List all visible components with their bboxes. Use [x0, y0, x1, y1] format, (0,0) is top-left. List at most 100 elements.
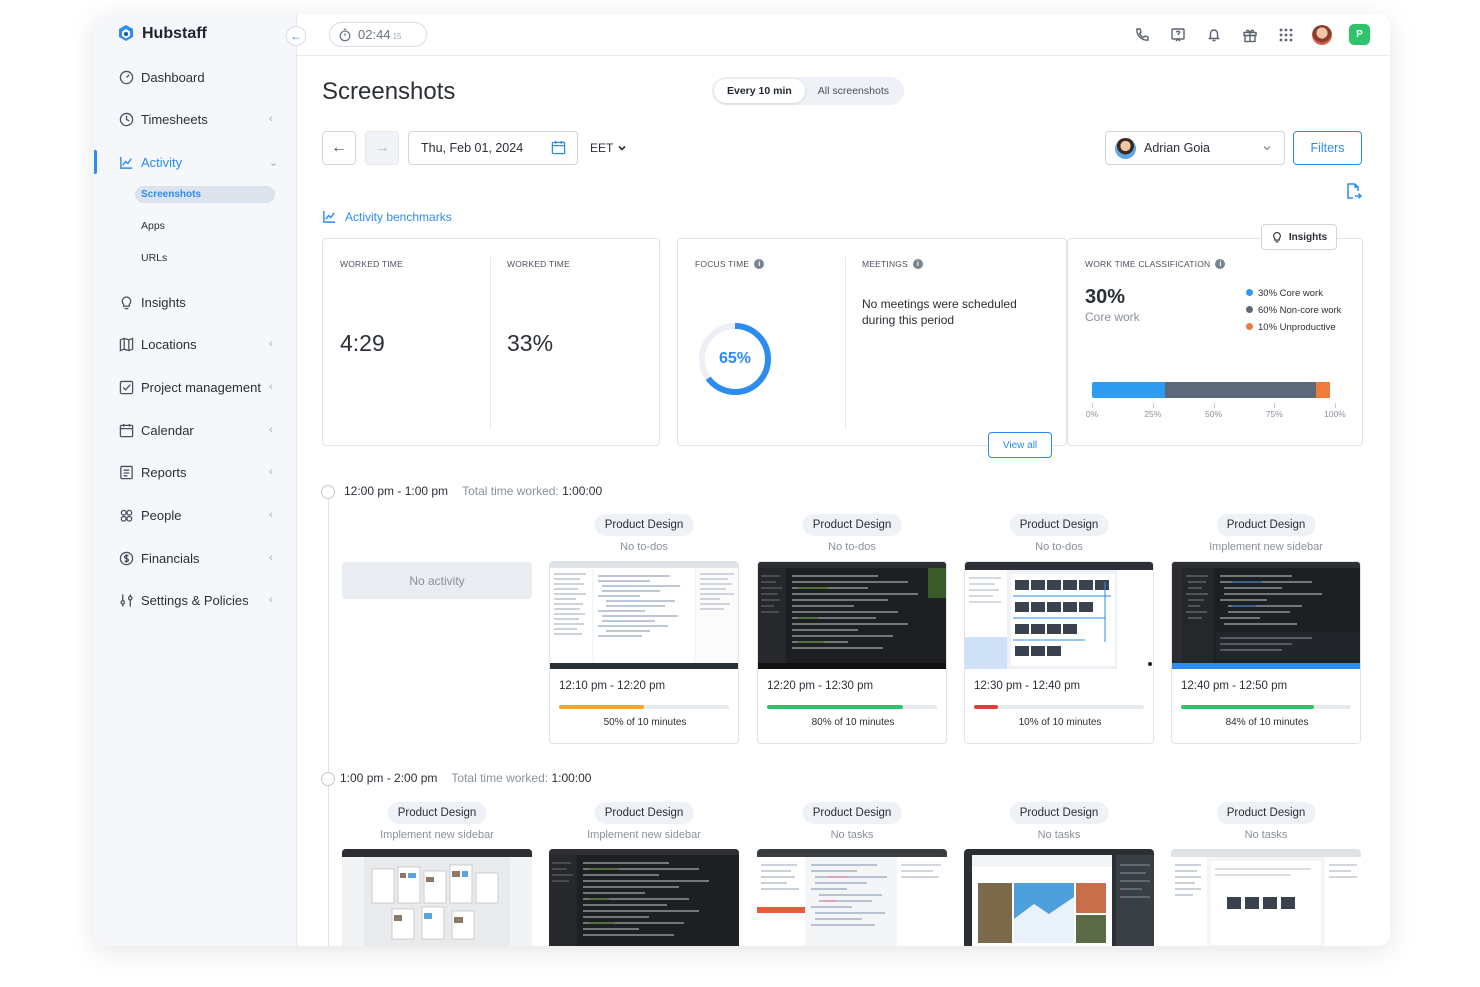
- total-time-value: 1:00:00: [562, 484, 603, 498]
- legend-item: 60% Non-core work: [1246, 302, 1341, 319]
- screenshot-thumbnail[interactable]: [965, 562, 1153, 669]
- map-icon: [118, 336, 134, 352]
- axis-tick: [1152, 403, 1154, 408]
- project-badge: Product Design: [1009, 514, 1109, 536]
- lightbulb-icon: [118, 294, 134, 310]
- task-label: Implement new sidebar: [587, 829, 701, 841]
- screenshot-thumbnail[interactable]: [550, 562, 738, 669]
- timezone-select[interactable]: EET: [590, 141, 627, 155]
- organization-badge[interactable]: P: [1349, 24, 1370, 45]
- sidebar-item-timesheets[interactable]: Timesheets ‹: [94, 104, 297, 134]
- previous-day-button[interactable]: ←: [322, 131, 356, 165]
- screenshot-box: [549, 849, 739, 946]
- slot-range: 12:00 pm - 1:00 pm: [344, 484, 449, 498]
- report-icon: [118, 464, 134, 480]
- stopwatch-icon: [339, 28, 351, 41]
- date-picker[interactable]: Thu, Feb 01, 2024: [408, 131, 578, 165]
- sidebar-item-label: Project management: [141, 379, 261, 395]
- sidebar-item-activity[interactable]: Activity ⌄: [94, 147, 297, 177]
- sidebar-item-financials[interactable]: Financials ‹: [94, 543, 297, 573]
- view-all-button[interactable]: View all: [988, 432, 1052, 458]
- task-label: No tasks: [830, 829, 874, 841]
- screenshot-thumbnail[interactable]: [964, 849, 1154, 946]
- people-icon: [118, 507, 134, 523]
- legend-dot: [1246, 323, 1253, 330]
- chevron-down-icon: [618, 145, 626, 151]
- sidebar-item-people[interactable]: People ‹: [94, 500, 297, 530]
- axis-tick-label: 100%: [1324, 409, 1346, 419]
- chevron-left-icon: ‹: [269, 509, 273, 521]
- info-icon[interactable]: i: [754, 259, 765, 269]
- screenshot-thumbnail[interactable]: [549, 849, 739, 946]
- activity-progress-bar: [1181, 705, 1351, 709]
- legend-item: 10% Unproductive: [1246, 319, 1341, 336]
- meetings-label-wrap: MEETINGS i: [862, 259, 923, 269]
- legend-dot: [1246, 289, 1253, 296]
- activity-percent: 10% of 10 minutes: [1018, 717, 1102, 728]
- export-document-icon[interactable]: [1344, 182, 1362, 200]
- gift-icon[interactable]: [1240, 25, 1259, 44]
- info-icon[interactable]: i: [1215, 259, 1226, 269]
- worked-time-card: WORKED TIME 4:29 WORKED TIME 33%: [322, 238, 660, 446]
- sidebar-item-settings-policies[interactable]: Settings & Policies ‹: [94, 585, 297, 615]
- chevron-down-icon: ⌄: [269, 156, 279, 169]
- screenshot-thumbnail[interactable]: [758, 562, 946, 669]
- sidebar-subitem-apps[interactable]: Apps: [141, 220, 165, 232]
- screenshot-thumbnail[interactable]: [1172, 562, 1360, 669]
- screenshot-box: 12:30 pm - 12:40 pm 10% of 10 minutes: [964, 561, 1154, 744]
- screenshot-box: 12:40 pm - 12:50 pm 84% of 10 minutes: [1171, 561, 1361, 744]
- help-icon[interactable]: [1168, 25, 1187, 44]
- screenshot-box: [757, 849, 947, 946]
- screenshot-time-range: 12:20 pm - 12:30 pm: [767, 680, 874, 692]
- date-value: Thu, Feb 01, 2024: [421, 141, 524, 155]
- sidebar-subitem-urls[interactable]: URLs: [141, 252, 167, 264]
- insights-button[interactable]: Insights: [1261, 224, 1337, 250]
- wtc-label: WORK TIME CLASSIFICATION: [1085, 259, 1211, 269]
- filters-button[interactable]: Filters: [1293, 131, 1362, 165]
- logo[interactable]: Hubstaff: [116, 24, 207, 44]
- bell-icon[interactable]: [1204, 25, 1223, 44]
- sidebar-item-project-management[interactable]: Project management ‹: [94, 372, 297, 402]
- sidebar-item-insights[interactable]: Insights: [94, 287, 297, 317]
- activity-percent: 50% of 10 minutes: [603, 717, 687, 728]
- next-day-button[interactable]: →: [365, 131, 399, 165]
- project-badge: Product Design: [594, 514, 694, 536]
- sidebar-item-calendar[interactable]: Calendar ‹: [94, 415, 297, 445]
- work-time-classification-card: WORK TIME CLASSIFICATION i 30% Core work…: [1067, 238, 1363, 446]
- activity-percent: 80% of 10 minutes: [811, 717, 895, 728]
- activity-progress-fill: [974, 705, 998, 709]
- screenshot-thumbnail[interactable]: [757, 849, 947, 946]
- lightbulb-icon: [1272, 232, 1281, 243]
- sidebar-item-reports[interactable]: Reports ‹: [94, 457, 297, 487]
- task-label: No tasks: [1244, 829, 1288, 841]
- screenshot-thumbnail[interactable]: [1171, 849, 1361, 946]
- chevron-left-icon: ‹: [269, 424, 273, 436]
- collapse-sidebar-button[interactable]: ←: [286, 26, 306, 46]
- screenshot-thumbnail[interactable]: [342, 849, 532, 946]
- toggle-every-10-min[interactable]: Every 10 min: [714, 79, 805, 103]
- apps-grid-icon[interactable]: [1276, 25, 1295, 44]
- core-work-percent: 30%: [1085, 286, 1126, 308]
- screenshot-time-range: 12:30 pm - 12:40 pm: [974, 680, 1081, 692]
- activity-benchmarks-link[interactable]: Activity benchmarks: [322, 209, 452, 224]
- info-icon[interactable]: i: [913, 259, 923, 269]
- user-avatar[interactable]: [1312, 24, 1332, 45]
- user-select[interactable]: Adrian Goia: [1105, 131, 1285, 165]
- toggle-all-screenshots[interactable]: All screenshots: [805, 79, 902, 103]
- phone-icon[interactable]: [1132, 25, 1151, 44]
- dashboard-icon: [118, 69, 134, 85]
- top-icons: P: [1132, 24, 1370, 45]
- card-divider: [490, 257, 491, 429]
- timer-widget[interactable]: 02:44 15: [329, 22, 427, 47]
- axis-tick: [1213, 403, 1215, 408]
- task-label: No to-dos: [620, 541, 668, 553]
- chevron-left-icon: ‹: [269, 338, 273, 350]
- sidebar-subitem-screenshots[interactable]: Screenshots: [135, 186, 275, 203]
- legend-text: 30% Core work: [1258, 288, 1323, 299]
- sidebar-item-label: Locations: [141, 336, 197, 352]
- sidebar-item-locations[interactable]: Locations ‹: [94, 329, 297, 359]
- no-activity-placeholder: No activity: [342, 562, 532, 599]
- sidebar-item-dashboard[interactable]: Dashboard: [94, 62, 297, 92]
- timer-seconds: 15: [392, 32, 402, 41]
- chevron-left-icon: ‹: [269, 113, 273, 125]
